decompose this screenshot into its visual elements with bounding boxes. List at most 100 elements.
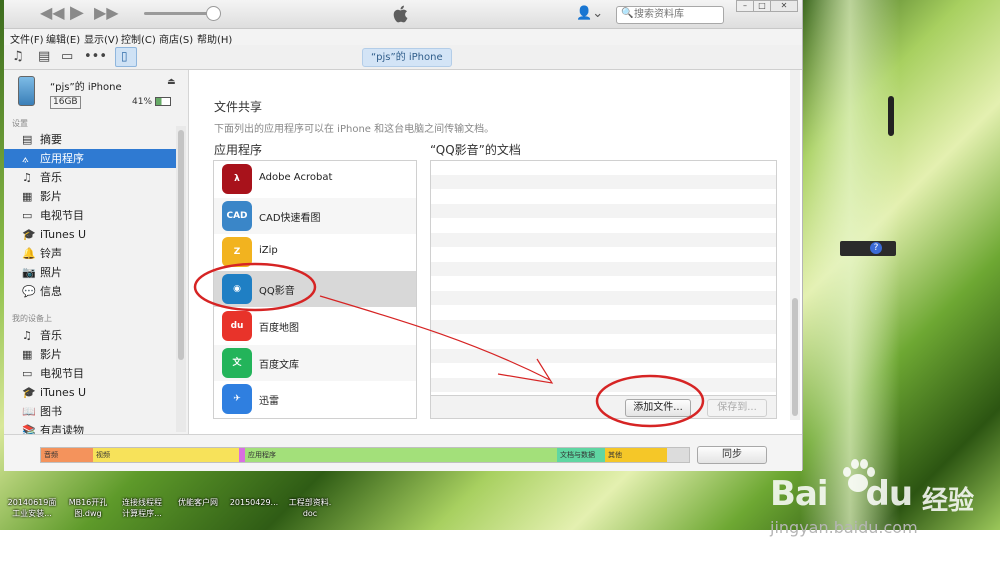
tv-icon: ▭ (22, 367, 33, 380)
main-scrollbar[interactable] (790, 70, 800, 420)
app-row[interactable]: 文百度文库 (214, 344, 416, 381)
desktop-file-icon[interactable]: 工程部资料. doc (282, 497, 338, 519)
sidebar-scroll-thumb[interactable] (178, 130, 184, 360)
izip-icon: Z (222, 237, 252, 268)
sidebar-item[interactable]: ▭ 电视节目 (4, 364, 176, 383)
sidebar-item-label: 音乐 (40, 329, 62, 342)
info-icon: 💬 (22, 285, 36, 298)
search-input[interactable] (634, 8, 719, 21)
capacity-segment: 视频 (93, 448, 239, 462)
app-row[interactable]: ◉ QQ影音 (214, 271, 416, 308)
qq-player-icon: ◉ (222, 274, 252, 305)
app-row[interactable]: ✈ 迅雷 (214, 381, 416, 417)
sidebar-item[interactable]: 📖 图书 (4, 402, 176, 421)
sidebar-item[interactable]: 🎓 iTunes U (4, 383, 176, 402)
sidebar-item[interactable]: ▤ 摘要 (4, 130, 176, 149)
iphone-device-icon (18, 76, 35, 106)
desktop-file-label: 工业安装... (12, 509, 52, 518)
desktop-file-label: 连接线程程 (122, 498, 162, 507)
sidebar-item[interactable]: ▦ 影片 (4, 345, 176, 364)
sidebar: “pjs”的 iPhone ⏏ 16GB 41% 设置 ▤ 摘要 ⟑ 应用程序 ♫ 音乐 ▦… (4, 70, 189, 434)
sidebar-item[interactable]: ▦ 影片 (4, 187, 176, 206)
app-row[interactable]: λ Adobe Acrobat (214, 161, 416, 197)
minimize-button[interactable]: – (736, 0, 754, 12)
sidebar-item[interactable]: 🔔 铃声 (4, 244, 176, 263)
close-button[interactable]: ✕ (770, 0, 798, 12)
movies-icon[interactable]: ▤ (38, 49, 50, 64)
desktop-file-label: 20150429... (229, 498, 279, 507)
documents-list[interactable]: 添加文件... 保存到... (430, 160, 777, 419)
desktop-file-icon[interactable]: 20150429... (226, 497, 282, 508)
menu-file[interactable]: 文件(F) (10, 31, 44, 46)
desktop-file-icon[interactable]: 20140619面 工业安装... (4, 497, 60, 519)
device-tab[interactable]: “pjs”的 iPhone (362, 48, 452, 67)
desktop-toolbar-widget[interactable]: ? (840, 241, 896, 256)
menu-store[interactable]: 商店(S) (159, 31, 193, 46)
next-track-icon[interactable]: ▶▶ (94, 4, 119, 22)
document-row (431, 349, 776, 363)
sidebar-item-label: 信息 (40, 285, 62, 298)
music-icon[interactable]: ♫ (12, 49, 24, 64)
app-row[interactable]: ZiZip (214, 234, 416, 270)
sidebar-section-on-device: 我的设备上 (12, 314, 52, 323)
summary-icon: ▤ (22, 133, 33, 146)
documents-heading: “QQ影音”的文档 (430, 143, 521, 157)
more-icon[interactable]: ••• (84, 49, 107, 64)
desktop-file-icon[interactable]: 连接线程程 计算程序... (114, 497, 170, 519)
desktop-side-handle[interactable] (888, 96, 894, 136)
sidebar-item-label: 图书 (40, 405, 62, 418)
document-row (431, 378, 776, 392)
ringtone-icon: 🔔 (22, 247, 36, 260)
sidebar-scrollbar[interactable] (176, 126, 186, 432)
document-row (431, 291, 776, 305)
sidebar-item-label: 影片 (40, 190, 62, 203)
previous-track-icon[interactable]: ◀◀ (40, 4, 65, 22)
tv-icon[interactable]: ▭ (61, 49, 73, 64)
app-row[interactable]: CAD CAD快速看图 (214, 197, 416, 234)
media-toolbar: ♫ ▤ ▭ ••• ▯ “pjs”的 iPhone (4, 45, 802, 70)
sidebar-item[interactable]: ♫ 音乐 (4, 326, 176, 345)
search-field[interactable]: 🔍 (616, 6, 724, 24)
sidebar-item[interactable]: ▭ 电视节目 (4, 206, 176, 225)
account-icon[interactable]: 👤⌄ (576, 6, 603, 21)
play-icon[interactable]: ▶ (70, 4, 84, 22)
capacity-segment (667, 448, 689, 462)
menu-edit[interactable]: 编辑(E) (46, 31, 80, 46)
menu-help[interactable]: 帮助(H) (197, 31, 232, 46)
app-name: iZip (259, 245, 278, 257)
file-sharing-title: 文件共享 (214, 100, 263, 114)
main-panel: 文件共享 下面列出的应用程序可以在 iPhone 和这台电脑之间传输文档。 应用… (189, 70, 802, 434)
menu-view[interactable]: 显示(V) (84, 31, 119, 46)
desktop-highlight (800, 0, 900, 530)
main-scroll-thumb[interactable] (792, 298, 798, 416)
desktop-file-icon[interactable]: MB16开孔 图.dwg (60, 497, 116, 519)
baidu-map-icon: du (222, 310, 252, 341)
sidebar-item[interactable]: ♫ 音乐 (4, 168, 176, 187)
sidebar-item-label: 有声读物 (40, 424, 84, 434)
sync-button[interactable]: 同步 (697, 446, 767, 464)
device-capacity: 16GB (50, 96, 81, 109)
menu-controls[interactable]: 控制(C) (121, 31, 156, 46)
app-name: 百度地图 (259, 322, 299, 334)
music-icon: ♫ (22, 171, 32, 184)
sidebar-section-settings: 设置 (12, 119, 28, 128)
app-row[interactable]: du 百度地图 (214, 308, 416, 344)
sidebar-item[interactable]: 📷 照片 (4, 263, 176, 282)
desktop-file-icon[interactable]: 优能客户网 (170, 497, 226, 508)
file-sharing-description: 下面列出的应用程序可以在 iPhone 和这台电脑之间传输文档。 (214, 124, 495, 135)
add-file-button[interactable]: 添加文件... (625, 399, 691, 417)
desktop-file-label: 优能客户网 (178, 498, 218, 507)
help-icon[interactable]: ? (870, 242, 882, 254)
sidebar-item[interactable]: ⟑ 应用程序 (4, 149, 176, 168)
sidebar-item-label: 铃声 (40, 247, 62, 260)
sidebar-item[interactable]: 💬 信息 (4, 282, 176, 301)
sidebar-item-label: 摘要 (40, 133, 62, 146)
maximize-button[interactable]: □ (753, 0, 771, 12)
sidebar-item[interactable]: 📚 有声读物 (4, 421, 176, 434)
sidebar-item[interactable]: 🎓 iTunes U (4, 225, 176, 244)
eject-icon[interactable]: ⏏ (167, 77, 176, 87)
device-button[interactable]: ▯ (115, 47, 137, 67)
desktop-file-label: 20140619面 (7, 498, 57, 507)
save-to-button[interactable]: 保存到... (707, 399, 767, 417)
volume-knob[interactable] (206, 6, 221, 21)
